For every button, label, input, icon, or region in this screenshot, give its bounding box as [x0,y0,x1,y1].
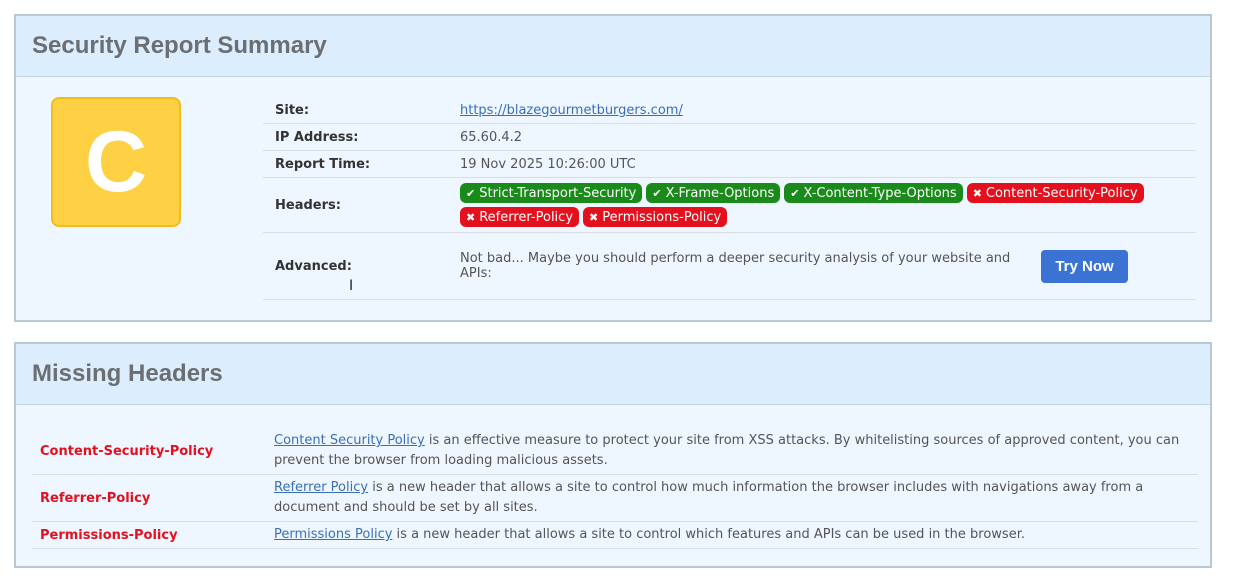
grade-letter: C [84,114,148,210]
missing-row-referrer-policy: Referrer-Policy Referrer Policy is a new… [32,475,1198,522]
missing-headers-panel: Missing Headers Content-Security-Policy … [14,342,1212,568]
check-icon: ✔ [790,186,800,200]
missing-headers-table: Content-Security-Policy Content Security… [32,428,1198,549]
missing-row-permissions-policy: Permissions-Policy Permissions Policy is… [32,522,1198,549]
header-badge-permissions-policy: ✖ Permissions-Policy [583,207,728,227]
text-cursor-icon: I [349,278,354,294]
site-row: Site: https://blazegourmetburgers.com/ [263,97,1196,124]
try-now-button[interactable]: Try Now [1041,249,1128,283]
headers-row: Headers: ✔ Strict-Transport-Security ✔ X-F… [263,178,1196,233]
missing-header-name: Referrer-Policy [40,490,151,506]
check-icon: ✔ [466,186,476,200]
security-report-summary-panel: Security Report Summary C Site: https://… [14,14,1212,322]
site-link[interactable]: https://blazegourmetburgers.com/ [460,103,683,118]
header-badge-x-content-type-options: ✔ X-Content-Type-Options [784,183,963,203]
cross-icon: ✖ [466,210,476,224]
cross-icon: ✖ [972,186,982,200]
missing-row-content-security-policy: Content-Security-Policy Content Security… [32,428,1198,475]
header-badge-x-frame-options: ✔ X-Frame-Options [646,183,781,203]
header-badge-referrer-policy: ✖ Referrer-Policy [460,207,580,227]
header-badge-content-security-policy: ✖ Content-Security-Policy [966,183,1144,203]
missing-header-name: Content-Security-Policy [40,443,214,459]
report-time-row: Report Time: 19 Nov 2025 10:26:00 UTC [263,151,1196,178]
header-badge-strict-transport-security: ✔ Strict-Transport-Security [460,183,643,203]
missing-header-name: Permissions-Policy [40,527,178,543]
site-label: Site: [275,102,310,118]
missing-header: Missing Headers [16,344,1210,405]
ip-label: IP Address: [275,129,359,145]
summary-title: Security Report Summary [32,32,327,59]
referrer-policy-doc-link[interactable]: Referrer Policy [274,480,368,495]
advanced-text: Not bad... Maybe you should perform a de… [460,251,1011,281]
cross-icon: ✖ [589,210,599,224]
report-time-value: 19 Nov 2025 10:26:00 UTC [460,156,636,172]
advanced-label: Advanced: [275,258,352,274]
ip-row: IP Address: 65.60.4.2 [263,124,1196,151]
report-info-table: Site: https://blazegourmetburgers.com/ I… [263,97,1196,300]
missing-header-description: Referrer Policy is a new header that all… [274,480,1144,515]
check-icon: ✔ [652,186,662,200]
summary-header: Security Report Summary [16,16,1210,77]
permissions-policy-doc-link[interactable]: Permissions Policy [274,527,392,542]
advanced-row: Advanced: Not bad... Maybe you should pe… [263,233,1196,300]
grade-badge: C [51,97,181,227]
report-time-label: Report Time: [275,156,371,172]
missing-header-description: Content Security Policy is an effective … [274,433,1180,468]
ip-value: 65.60.4.2 [460,129,523,145]
missing-title: Missing Headers [32,360,223,387]
headers-label: Headers: [275,197,341,213]
csp-doc-link[interactable]: Content Security Policy [274,433,425,448]
header-badges: ✔ Strict-Transport-Security ✔ X-Frame-Opti… [460,183,1160,227]
missing-header-description: Permissions Policy is a new header that … [274,527,1025,542]
